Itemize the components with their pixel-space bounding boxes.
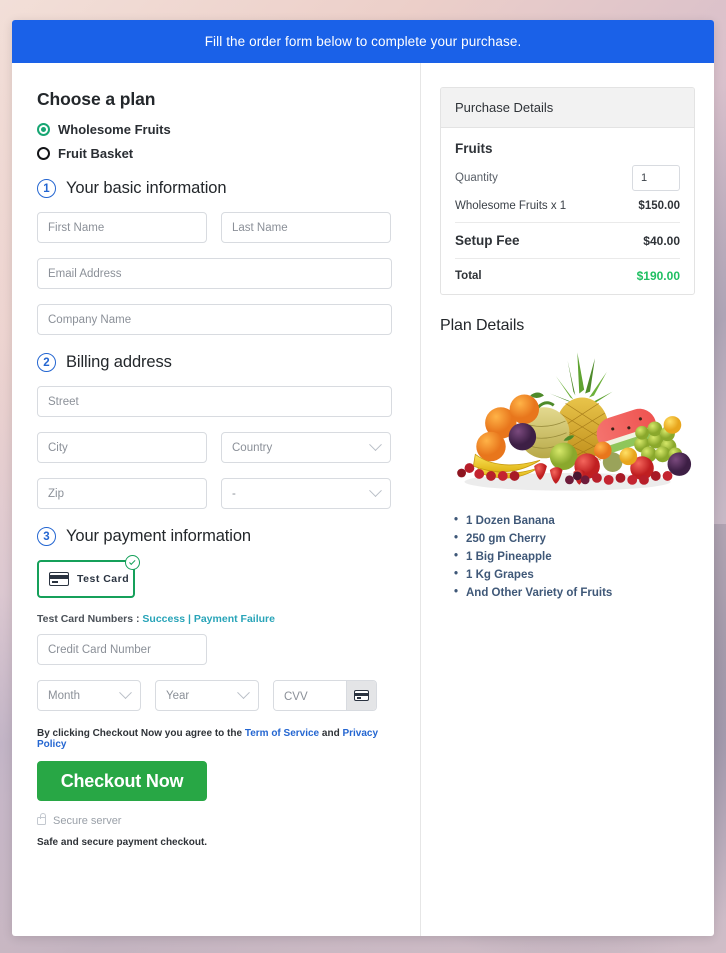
test-card-numbers-line: Test Card Numbers : Success | Payment Fa… bbox=[37, 613, 396, 625]
banner-text: Fill the order form below to complete yo… bbox=[204, 34, 522, 49]
line-item-row: Wholesome Fruits x 1 $150.00 bbox=[455, 200, 680, 212]
cvv-input[interactable]: CVV bbox=[274, 681, 346, 710]
checkout-card: Fill the order form below to complete yo… bbox=[12, 20, 714, 936]
cvv-help-button[interactable] bbox=[346, 681, 376, 710]
total-label: Total bbox=[455, 270, 482, 282]
step-number-badge: 3 bbox=[37, 527, 56, 546]
email-field-row: Email Address bbox=[37, 258, 396, 289]
purchase-details-header: Purchase Details bbox=[441, 88, 694, 128]
city-input[interactable]: City bbox=[37, 432, 207, 463]
plan-option-wholesome-fruits[interactable]: Wholesome Fruits bbox=[37, 122, 396, 137]
line-item-label: Wholesome Fruits x 1 bbox=[455, 200, 567, 212]
check-circle-icon bbox=[125, 555, 140, 570]
chevron-down-icon bbox=[237, 686, 250, 700]
list-item: And Other Variety of Fruits bbox=[454, 586, 695, 599]
order-form-column: Choose a plan Wholesome Fruits Fruit Bas… bbox=[12, 63, 421, 936]
divider bbox=[455, 258, 680, 259]
terms-line: By clicking Checkout Now you agree to th… bbox=[37, 728, 396, 750]
total-row: Total $190.00 bbox=[455, 269, 680, 283]
top-banner: Fill the order form below to complete yo… bbox=[12, 20, 714, 63]
plan-option-label: Fruit Basket bbox=[58, 146, 134, 161]
link-separator: | bbox=[187, 613, 191, 625]
success-card-link[interactable]: Success bbox=[142, 613, 185, 625]
terms-prefix: By clicking Checkout Now you agree to th… bbox=[37, 728, 243, 739]
zip-input[interactable]: Zip bbox=[37, 478, 207, 509]
summary-column: Purchase Details Fruits Quantity 1 Whole… bbox=[421, 63, 713, 936]
line-item-amount: $150.00 bbox=[638, 200, 680, 212]
secure-server-label: Secure server bbox=[53, 815, 122, 827]
card-number-row: Credit Card Number bbox=[37, 634, 396, 665]
month-select[interactable]: Month bbox=[37, 680, 141, 711]
chevron-down-icon bbox=[119, 686, 132, 700]
step-1-heading: 1 Your basic information bbox=[37, 179, 396, 198]
step-title: Your payment information bbox=[66, 527, 252, 545]
total-amount: $190.00 bbox=[636, 269, 680, 283]
year-select-value: Year bbox=[166, 689, 190, 702]
chevron-down-icon bbox=[369, 484, 382, 498]
plan-details-heading: Plan Details bbox=[440, 317, 525, 334]
list-item: 1 Kg Grapes bbox=[454, 568, 695, 581]
step-number-badge: 1 bbox=[37, 179, 56, 198]
cvv-field-group: CVV bbox=[273, 680, 377, 711]
last-name-input[interactable]: Last Name bbox=[221, 212, 391, 243]
quantity-row: Quantity 1 bbox=[455, 165, 680, 191]
terms-and: and bbox=[321, 728, 340, 739]
company-field-row: Company Name bbox=[37, 304, 396, 335]
setup-fee-amount: $40.00 bbox=[643, 233, 680, 248]
terms-of-service-link[interactable]: Term of Service bbox=[245, 728, 319, 739]
step-3-heading: 3 Your payment information bbox=[37, 527, 396, 546]
product-title: Fruits bbox=[455, 141, 493, 156]
radio-fruit-basket[interactable] bbox=[37, 147, 50, 160]
purchase-details-body: Fruits Quantity 1 Wholesome Fruits x 1 $… bbox=[441, 128, 694, 294]
month-select-value: Month bbox=[48, 689, 80, 702]
list-item: 250 gm Cherry bbox=[454, 532, 695, 545]
company-name-input[interactable]: Company Name bbox=[37, 304, 392, 335]
credit-card-icon bbox=[49, 572, 69, 586]
test-card-option[interactable]: Test Card bbox=[37, 555, 140, 598]
street-field-row: Street bbox=[37, 386, 396, 417]
state-select-value: - bbox=[232, 487, 236, 500]
plan-option-label: Wholesome Fruits bbox=[58, 122, 171, 137]
step-title: Your basic information bbox=[66, 179, 227, 197]
street-input[interactable]: Street bbox=[37, 386, 392, 417]
purchase-details-box: Purchase Details Fruits Quantity 1 Whole… bbox=[440, 87, 695, 295]
test-numbers-prefix: Test Card Numbers : bbox=[37, 613, 140, 625]
list-item: 1 Big Pineapple bbox=[454, 550, 695, 563]
payment-failure-link[interactable]: Payment Failure bbox=[194, 613, 275, 625]
safe-checkout-note: Safe and secure payment checkout. bbox=[37, 837, 208, 848]
radio-wholesome-fruits[interactable] bbox=[37, 123, 50, 136]
lock-icon bbox=[37, 813, 46, 825]
name-field-row: First Name Last Name bbox=[37, 212, 396, 243]
setup-fee-label: Setup Fee bbox=[455, 233, 520, 248]
step-number-badge: 2 bbox=[37, 353, 56, 372]
fruit-basket-image bbox=[457, 352, 692, 491]
zip-state-row: Zip - bbox=[37, 478, 396, 509]
list-item: 1 Dozen Banana bbox=[454, 514, 695, 527]
email-input[interactable]: Email Address bbox=[37, 258, 392, 289]
secure-server-note: Secure server bbox=[37, 813, 396, 827]
card-body: Choose a plan Wholesome Fruits Fruit Bas… bbox=[12, 63, 714, 936]
expiry-cvv-row: Month Year CVV bbox=[37, 680, 396, 711]
plan-features-list: 1 Dozen Banana 250 gm Cherry 1 Big Pinea… bbox=[454, 514, 695, 599]
city-country-row: City Country bbox=[37, 432, 396, 463]
chevron-down-icon bbox=[369, 438, 382, 452]
credit-card-number-input[interactable]: Credit Card Number bbox=[37, 634, 207, 665]
setup-fee-row: Setup Fee $40.00 bbox=[455, 233, 680, 248]
checkout-now-button[interactable]: Checkout Now bbox=[37, 761, 207, 801]
state-select[interactable]: - bbox=[221, 478, 391, 509]
country-select[interactable]: Country bbox=[221, 432, 391, 463]
plan-options-group: Wholesome Fruits Fruit Basket bbox=[37, 122, 396, 161]
credit-card-icon bbox=[354, 690, 369, 701]
step-title: Billing address bbox=[66, 353, 172, 371]
quantity-label: Quantity bbox=[455, 172, 498, 184]
quantity-input[interactable]: 1 bbox=[632, 165, 680, 191]
year-select[interactable]: Year bbox=[155, 680, 259, 711]
step-2-heading: 2 Billing address bbox=[37, 353, 396, 372]
choose-plan-heading: Choose a plan bbox=[37, 89, 156, 109]
divider bbox=[455, 222, 680, 223]
first-name-input[interactable]: First Name bbox=[37, 212, 207, 243]
plan-option-fruit-basket[interactable]: Fruit Basket bbox=[37, 146, 396, 161]
test-card-label: Test Card bbox=[77, 573, 130, 585]
country-select-value: Country bbox=[232, 441, 273, 454]
